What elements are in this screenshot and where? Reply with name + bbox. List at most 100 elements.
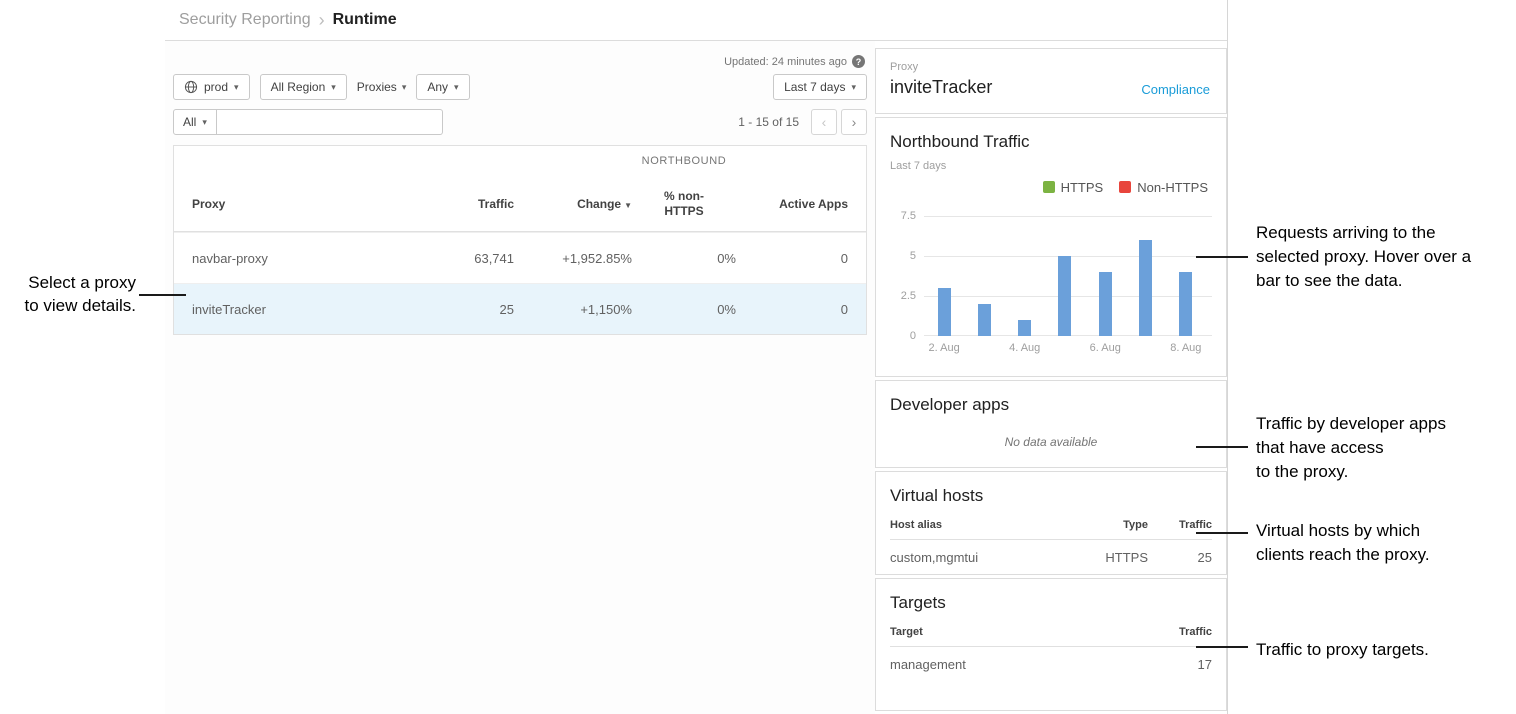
chart-ytick-label: 7.5 xyxy=(901,210,916,222)
legend-https-label: HTTPS xyxy=(1061,180,1104,195)
chart-bar[interactable] xyxy=(1139,240,1152,336)
annotation-line: Traffic by developer apps xyxy=(1256,412,1446,436)
chart-bar[interactable] xyxy=(1179,272,1192,336)
proxy-list-panel: Updated: 24 minutes ago ? prod ▾ xyxy=(165,41,875,714)
page-title: Runtime xyxy=(333,11,397,29)
chart-xtick-label xyxy=(964,342,1004,354)
chart-bar-slot xyxy=(964,216,1004,336)
column-header-host-alias: Host alias xyxy=(890,519,1078,531)
proxies-filter-dropdown[interactable]: Proxies ▾ xyxy=(357,80,407,94)
breadcrumb: Security Reporting › Runtime xyxy=(165,0,1227,41)
chart-bar[interactable] xyxy=(1018,320,1031,336)
annotation-connector-line xyxy=(1196,256,1248,258)
breadcrumb-parent-link[interactable]: Security Reporting xyxy=(179,11,311,29)
developer-apps-empty-message: No data available xyxy=(890,435,1212,449)
chart-legend: HTTPS Non-HTTPS xyxy=(1043,180,1208,195)
table-row[interactable]: navbar-proxy 63,741 +1,952.85% 0% 0 xyxy=(174,232,866,283)
caret-down-icon: ▾ xyxy=(202,118,207,127)
updated-text: Updated: 24 minutes ago xyxy=(724,56,847,68)
help-icon[interactable]: ? xyxy=(852,55,865,68)
any-filter-button[interactable]: Any ▾ xyxy=(416,74,469,100)
chart-xlabels: 2. Aug 4. Aug 6. Aug 8. Aug xyxy=(924,342,1206,354)
column-header-type: Type xyxy=(1078,519,1148,531)
search-scope-dropdown[interactable]: All ▾ xyxy=(173,109,217,135)
proxies-table: NORTHBOUND Proxy Traffic Change▼ % non-H… xyxy=(173,145,867,335)
cell-type: HTTPS xyxy=(1078,550,1148,565)
virtual-host-row: custom,mgmtui HTTPS 25 xyxy=(890,540,1212,565)
environment-filter-button[interactable]: prod ▾ xyxy=(173,74,250,100)
cell-change: +1,150% xyxy=(514,302,632,317)
chart-bar-slot xyxy=(1005,216,1045,336)
chart-bar[interactable] xyxy=(938,288,951,336)
environment-filter-label: prod xyxy=(204,80,228,94)
legend-non-https-label: Non-HTTPS xyxy=(1137,180,1208,195)
cell-host-alias: custom,mgmtui xyxy=(890,550,1078,565)
chart-bar[interactable] xyxy=(978,304,991,336)
cell-proxy-name: navbar-proxy xyxy=(192,251,394,266)
region-filter-button[interactable]: All Region ▾ xyxy=(260,74,347,100)
filters-row: prod ▾ All Region ▾ Proxies ▾ Any ▾ xyxy=(173,74,867,100)
date-range-button[interactable]: Last 7 days ▾ xyxy=(773,74,867,100)
cell-change: +1,952.85% xyxy=(514,251,632,266)
chart-bar[interactable] xyxy=(1099,272,1112,336)
chart-ytick-label: 5 xyxy=(910,250,916,262)
targets-card: Targets Target Traffic management 17 xyxy=(875,578,1227,711)
annotation-line: bar to see the data. xyxy=(1256,269,1471,293)
chart-bar-slot xyxy=(1085,216,1125,336)
cell-traffic: 25 xyxy=(1148,550,1212,565)
caret-down-icon: ▾ xyxy=(454,83,459,92)
column-header-traffic: Traffic xyxy=(1148,626,1212,638)
column-header-active-apps[interactable]: Active Apps xyxy=(736,197,848,211)
chart-bar[interactable] xyxy=(1058,256,1071,336)
column-header-traffic[interactable]: Traffic xyxy=(394,197,514,211)
annotation-connector-line xyxy=(1196,532,1248,534)
annotation-connector-line xyxy=(1196,646,1248,648)
chart-bars xyxy=(924,216,1206,336)
next-page-button[interactable]: › xyxy=(841,109,867,135)
targets-title: Targets xyxy=(890,593,1212,613)
chevron-left-icon: ‹ xyxy=(822,114,827,130)
chart-xtick-label: 2. Aug xyxy=(924,342,964,354)
cell-active-apps: 0 xyxy=(736,302,848,317)
cell-non-https: 0% xyxy=(632,302,736,317)
column-header-target: Target xyxy=(890,626,1148,638)
annotation-line: to the proxy. xyxy=(1256,460,1446,484)
chart-bar-slot xyxy=(1166,216,1206,336)
chart-xtick-label: 4. Aug xyxy=(1005,342,1045,354)
annotation-select-proxy: Select a proxy to view details. xyxy=(0,271,136,317)
column-header-change[interactable]: Change▼ xyxy=(514,197,632,211)
legend-item-https: HTTPS xyxy=(1043,180,1104,195)
caret-down-icon: ▾ xyxy=(402,83,407,92)
chevron-right-icon: › xyxy=(852,114,857,130)
pager: ‹ › xyxy=(811,109,867,135)
annotation-connector-line xyxy=(1196,446,1248,448)
search-scope-label: All xyxy=(183,115,196,129)
chart-xtick-label xyxy=(1125,342,1165,354)
northbound-traffic-card: Northbound Traffic Last 7 days HTTPS Non… xyxy=(875,117,1227,378)
column-header-non-https[interactable]: % non-HTTPS xyxy=(632,189,736,219)
previous-page-button[interactable]: ‹ xyxy=(811,109,837,135)
cell-proxy-name: inviteTracker xyxy=(192,302,394,317)
legend-item-non-https: Non-HTTPS xyxy=(1119,180,1208,195)
chart-subtitle: Last 7 days xyxy=(890,160,1212,172)
sort-descending-icon: ▼ xyxy=(624,201,632,210)
annotation-line: to view details. xyxy=(0,294,136,317)
chart-xtick-label: 8. Aug xyxy=(1166,342,1206,354)
annotation-line: Traffic to proxy targets. xyxy=(1256,638,1429,662)
search-input[interactable] xyxy=(217,109,443,135)
any-filter-label: Any xyxy=(427,80,448,94)
table-row-selected[interactable]: inviteTracker 25 +1,150% 0% 0 xyxy=(174,283,866,334)
legend-https-swatch xyxy=(1043,181,1055,193)
caret-down-icon: ▾ xyxy=(331,83,336,92)
chart-yaxis: 7.552.50 xyxy=(890,216,924,336)
proxy-detail-panel: Proxy inviteTracker Compliance Northboun… xyxy=(875,41,1227,714)
targets-header-row: Target Traffic xyxy=(890,626,1212,647)
compliance-link[interactable]: Compliance xyxy=(1141,82,1210,97)
chart-plot xyxy=(924,216,1212,336)
legend-non-https-swatch xyxy=(1119,181,1131,193)
annotation-line: selected proxy. Hover over a xyxy=(1256,245,1471,269)
chart-xtick-label: 6. Aug xyxy=(1085,342,1125,354)
annotation-virtual-hosts: Virtual hosts by which clients reach the… xyxy=(1256,519,1430,567)
targets-table: Target Traffic management 17 xyxy=(890,626,1212,672)
column-header-proxy[interactable]: Proxy xyxy=(192,197,394,211)
